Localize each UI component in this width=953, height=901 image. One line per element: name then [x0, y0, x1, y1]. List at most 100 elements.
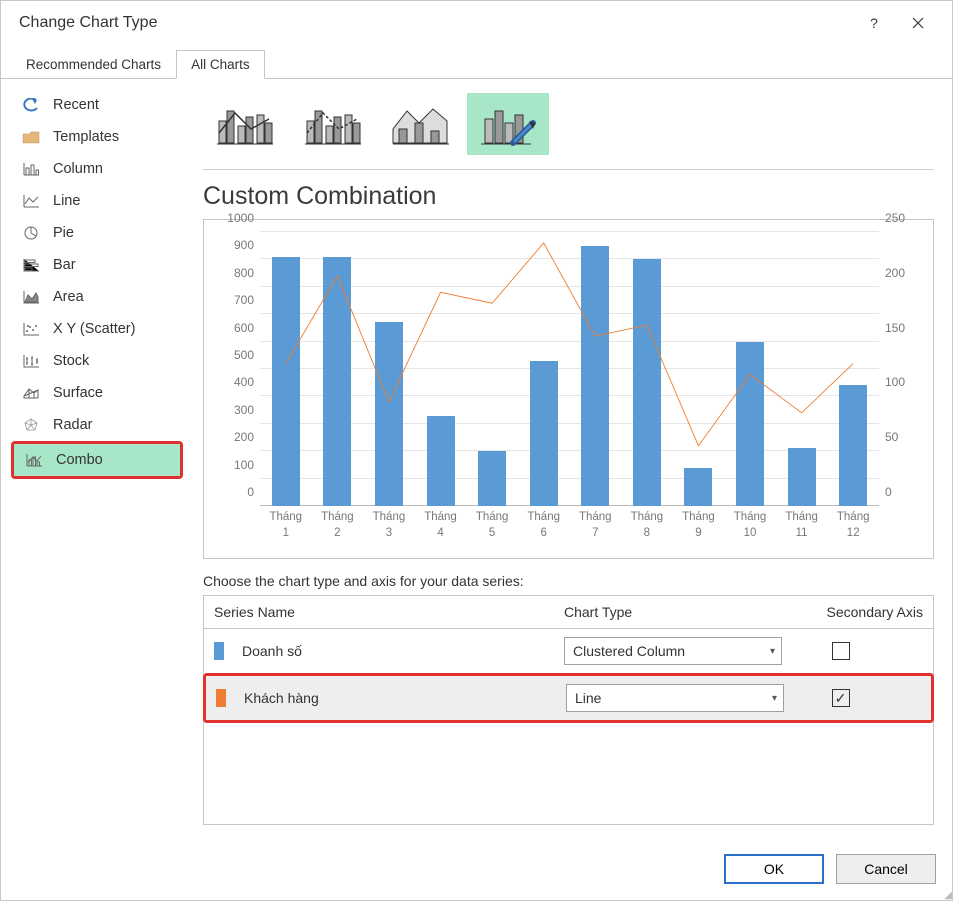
sidebar-item-label: Templates: [45, 129, 119, 145]
y-axis-right-label: 150: [885, 321, 925, 335]
sidebar-item-area[interactable]: Area: [11, 281, 183, 313]
pie-icon: [17, 226, 45, 240]
tab-recommended-charts[interactable]: Recommended Charts: [11, 50, 176, 79]
x-axis-label: Tháng10: [722, 506, 778, 541]
tabs: Recommended Charts All Charts: [1, 45, 952, 79]
series-name-label: Doanh số: [242, 643, 302, 659]
x-axis-label: Tháng9: [670, 506, 726, 541]
select-value: Line: [575, 690, 601, 706]
series-chart-type-select[interactable]: Line ▾: [566, 684, 784, 712]
help-button[interactable]: ?: [852, 3, 896, 43]
sidebar-item-pie[interactable]: Pie: [11, 217, 183, 249]
stock-icon: [17, 354, 45, 368]
sidebar-item-column[interactable]: Column: [11, 153, 183, 185]
y-axis-left-label: 1000: [220, 211, 254, 225]
combo-subtype-stacked-area-clustered-column[interactable]: [379, 93, 461, 155]
sidebar: Recent Templates Column Line Pie Bar: [1, 79, 189, 838]
dialog-title: Change Chart Type: [19, 14, 852, 32]
x-axis-label: Tháng7: [567, 506, 623, 541]
radar-icon: [17, 418, 45, 432]
close-button[interactable]: [896, 3, 940, 43]
select-value: Clustered Column: [573, 643, 685, 659]
cancel-button[interactable]: Cancel: [836, 854, 936, 884]
y-axis-left-label: 100: [220, 458, 254, 472]
area-icon: [17, 290, 45, 304]
sidebar-item-radar[interactable]: Radar: [11, 409, 183, 441]
x-axis-label: Tháng4: [413, 506, 469, 541]
series-row: Doanh số Clustered Column ▾: [204, 629, 933, 673]
column-icon: [17, 162, 45, 176]
sidebar-item-recent[interactable]: Recent: [11, 89, 183, 121]
combo-subtype-clustered-column-line[interactable]: [203, 93, 285, 155]
scatter-icon: [17, 322, 45, 336]
x-axis-label: Tháng6: [516, 506, 572, 541]
y-axis-right-label: 250: [885, 211, 925, 225]
x-axis-label: Tháng11: [774, 506, 830, 541]
sidebar-item-surface[interactable]: Surface: [11, 377, 183, 409]
series-swatch: [214, 642, 224, 660]
y-axis-left-label: 700: [220, 293, 254, 307]
y-axis-left-label: 800: [220, 266, 254, 280]
y-axis-right-label: 200: [885, 266, 925, 280]
sidebar-item-label: Pie: [45, 225, 74, 241]
resize-grip[interactable]: ◢: [944, 893, 951, 899]
line-icon: [17, 194, 45, 208]
y-axis-left-label: 200: [220, 430, 254, 444]
chevron-down-icon: ▾: [770, 646, 775, 657]
x-axis-label: Tháng8: [619, 506, 675, 541]
secondary-axis-checkbox[interactable]: ✓: [832, 689, 850, 707]
y-axis-left-label: 500: [220, 348, 254, 362]
chart-preview: 0100200300400500600700800900100005010015…: [203, 219, 934, 559]
sidebar-item-line[interactable]: Line: [11, 185, 183, 217]
change-chart-type-dialog: Change Chart Type ? Recommended Charts A…: [0, 0, 953, 901]
sidebar-item-scatter[interactable]: X Y (Scatter): [11, 313, 183, 345]
sidebar-item-label: Recent: [45, 97, 99, 113]
series-header-name: Series Name: [204, 596, 554, 628]
series-swatch: [216, 689, 226, 707]
sidebar-item-label: X Y (Scatter): [45, 321, 135, 337]
series-name-label: Khách hàng: [244, 690, 319, 706]
sidebar-item-label: Stock: [45, 353, 89, 369]
sidebar-item-templates[interactable]: Templates: [11, 121, 183, 153]
tab-all-charts[interactable]: All Charts: [176, 50, 265, 79]
sidebar-item-combo[interactable]: Combo: [14, 444, 180, 476]
x-axis-label: Tháng3: [361, 506, 417, 541]
series-chart-type-select[interactable]: Clustered Column ▾: [564, 637, 782, 665]
recent-icon: [17, 98, 45, 112]
combo-subtype-custom[interactable]: [467, 93, 549, 155]
titlebar: Change Chart Type ?: [1, 1, 952, 45]
bar-icon: [17, 258, 45, 272]
y-axis-left-label: 900: [220, 238, 254, 252]
y-axis-right-label: 0: [885, 485, 925, 499]
chart-line: [260, 232, 879, 506]
sidebar-item-bar[interactable]: Bar: [11, 249, 183, 281]
sidebar-item-label: Surface: [45, 385, 103, 401]
y-axis-right-label: 100: [885, 375, 925, 389]
sidebar-item-label: Area: [45, 289, 84, 305]
sidebar-item-label: Line: [45, 193, 80, 209]
x-axis-label: Tháng1: [258, 506, 314, 541]
series-header-axis: Secondary Axis: [804, 596, 933, 628]
series-table: Series Name Chart Type Secondary Axis Do…: [203, 595, 934, 825]
combo-subtype-row: [203, 93, 934, 170]
combo-icon: [20, 453, 48, 467]
y-axis-left-label: 400: [220, 375, 254, 389]
secondary-axis-checkbox[interactable]: [832, 642, 850, 660]
series-header-type: Chart Type: [554, 596, 804, 628]
sidebar-item-label: Radar: [45, 417, 93, 433]
x-axis-label: Tháng2: [309, 506, 365, 541]
dialog-footer: OK Cancel: [1, 838, 952, 900]
chevron-down-icon: ▾: [772, 693, 777, 704]
surface-icon: [17, 386, 45, 400]
y-axis-left-label: 0: [220, 485, 254, 499]
y-axis-left-label: 600: [220, 321, 254, 335]
y-axis-right-label: 50: [885, 430, 925, 444]
sidebar-item-stock[interactable]: Stock: [11, 345, 183, 377]
y-axis-left-label: 300: [220, 403, 254, 417]
sidebar-item-label: Column: [45, 161, 103, 177]
combo-subtype-clustered-column-line-secondary[interactable]: [291, 93, 373, 155]
ok-button[interactable]: OK: [724, 854, 824, 884]
x-axis-label: Tháng12: [825, 506, 881, 541]
section-title: Custom Combination: [203, 182, 934, 211]
templates-icon: [17, 130, 45, 144]
